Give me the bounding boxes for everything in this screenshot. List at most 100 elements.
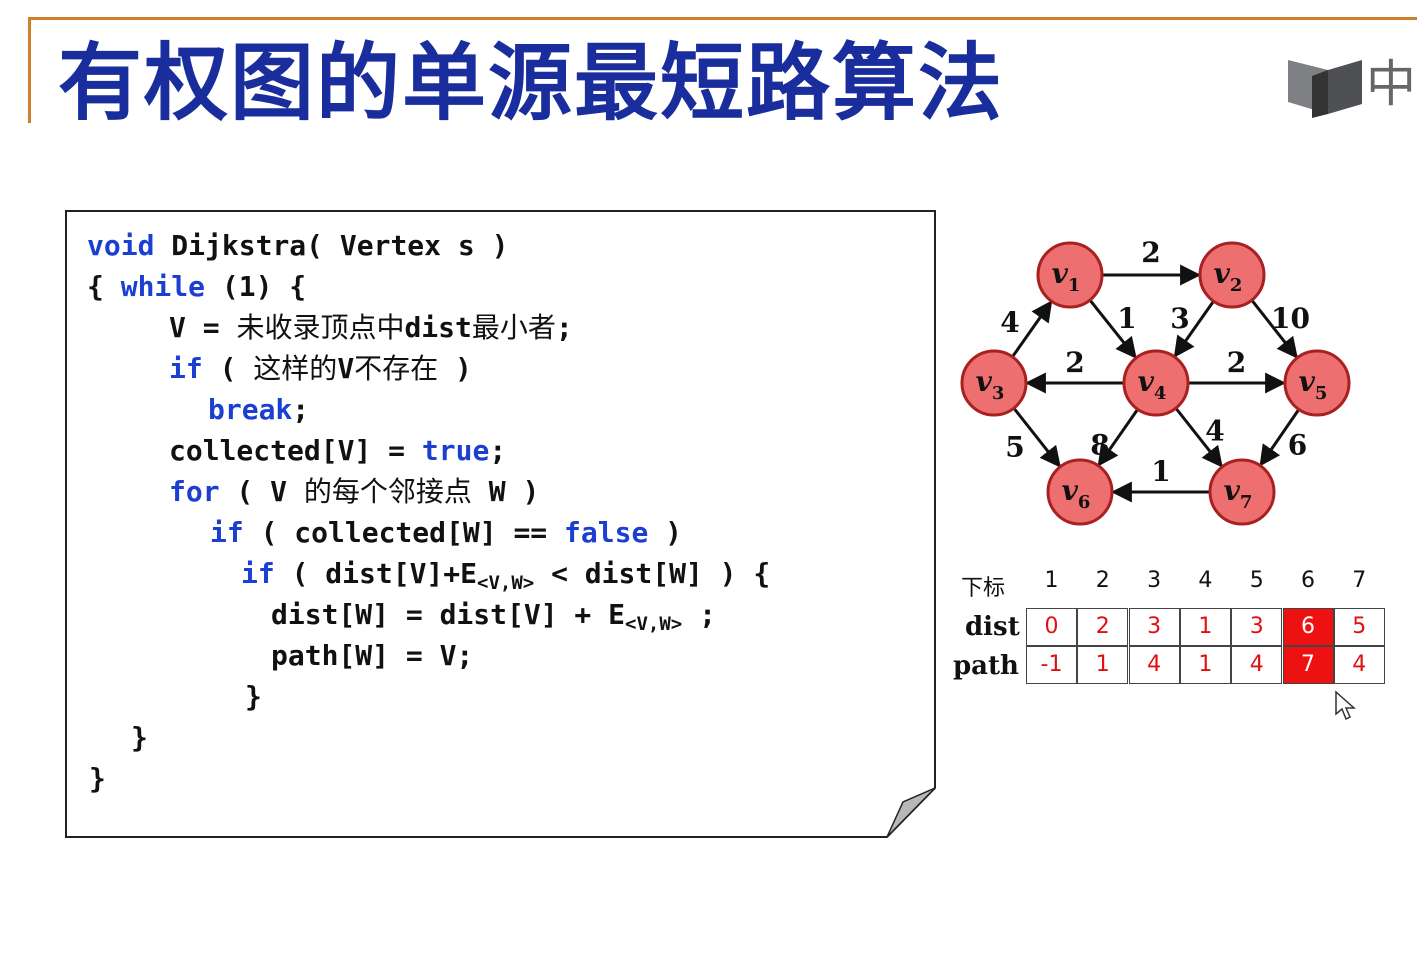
index-header-7: 7 [1352, 568, 1367, 593]
edge-weight-v1-v2: 2 [1141, 236, 1160, 269]
code-text: } [131, 721, 148, 754]
keyword-break: break [208, 393, 293, 426]
edge-weight-v7-v6: 1 [1151, 455, 1170, 488]
node-v3: v3 [960, 349, 1028, 417]
node-v2: v2 [1198, 241, 1266, 309]
path-cell-5: 4 [1231, 646, 1283, 684]
keyword-if: if [210, 516, 244, 549]
title-underline [28, 17, 1417, 20]
code-comment: 这样的 [253, 352, 338, 385]
keyword-if: if [241, 557, 275, 590]
dist-cell-2: 2 [1077, 608, 1129, 646]
code-text: ) [648, 516, 683, 549]
edge-weight-v4-v6: 8 [1090, 429, 1109, 462]
path-cell-4: 1 [1179, 646, 1231, 684]
code-panel: void Dijkstra( Vertex s ) { while (1) { … [65, 210, 936, 838]
weighted-graph: 21 3 1042 25 8 4 61 v1 v2v3 v4 v5v6 v7 [960, 236, 1351, 526]
code-text: ; [682, 598, 716, 631]
edge-weight-v4-v3: 2 [1065, 346, 1084, 379]
path-cell-3: 4 [1128, 646, 1180, 684]
code-text: (1) { [205, 270, 307, 303]
path-cell-6: 7 [1282, 646, 1334, 684]
code-text: ( [202, 352, 254, 385]
code-text: ( collected[W] == [243, 516, 565, 549]
path-row-label: path [953, 651, 1019, 681]
edge-subscript: <V,W> [625, 613, 683, 635]
edge-weight-v2-v5: 10 [1271, 302, 1310, 335]
code-comment: 不存在 [354, 352, 439, 385]
index-header-1: 1 [1044, 568, 1059, 593]
edge-subscript: <V,W> [477, 572, 535, 594]
code-text: dist [404, 311, 472, 344]
code-comment: 最小者 [471, 311, 556, 344]
code-text: ( V [219, 475, 304, 508]
node-v7: v7 [1208, 458, 1276, 526]
code-line-14: } [89, 761, 106, 797]
index-row-label: 下标 [961, 576, 1006, 601]
keyword-true: true [421, 434, 490, 467]
dist-cell-7: 5 [1333, 608, 1385, 646]
code-line-13: } [131, 720, 148, 756]
node-v4: v4 [1122, 349, 1190, 417]
code-line-9: if ( dist[V]+E<V,W> < dist[W] ) { [241, 556, 770, 601]
keyword-void: void [87, 229, 155, 262]
keyword-if: if [169, 352, 203, 385]
code-line-8: if ( collected[W] == false ) [210, 515, 682, 551]
edge-weight-v4-v7: 4 [1205, 415, 1224, 448]
code-text: < dist[W] ) { [534, 557, 771, 590]
code-line-1: void Dijkstra( Vertex s ) [87, 228, 508, 264]
code-text: dist[W] = dist[V] + E [271, 598, 626, 631]
index-header-4: 4 [1198, 568, 1213, 593]
path-cell-1: -1 [1026, 646, 1077, 684]
code-text: V [337, 352, 355, 385]
code-line-10: dist[W] = dist[V] + E<V,W> ; [271, 597, 716, 642]
code-text: } [245, 680, 262, 713]
title-side-bar [28, 17, 31, 123]
dist-cell-6: 6 [1282, 608, 1334, 646]
logo-text: 中 [1366, 55, 1416, 113]
edge-weight-v1-v4: 1 [1117, 302, 1136, 335]
code-text: { [87, 270, 121, 303]
course-logo: 中 [1288, 52, 1417, 122]
code-text: W ) [471, 475, 540, 508]
code-text: V = [169, 311, 237, 344]
code-text: ; [292, 393, 310, 426]
index-header-2: 2 [1095, 568, 1110, 593]
code-text: Dijkstra( Vertex s ) [154, 229, 509, 262]
code-text: path[W] = V; [271, 639, 474, 672]
dist-row-label: dist [965, 612, 1020, 642]
code-text: collected[V] = [169, 434, 422, 467]
path-cell-2: 1 [1077, 646, 1129, 684]
code-text: ; [555, 311, 573, 344]
code-line-6: collected[V] = true; [169, 433, 506, 469]
keyword-while: while [120, 270, 206, 303]
node-v5: v5 [1283, 349, 1351, 417]
code-text: ( dist[V]+E [274, 557, 478, 590]
dist-cell-4: 1 [1179, 608, 1231, 646]
code-text: ; [489, 434, 507, 467]
edge-weight-v3-v6: 5 [1005, 431, 1024, 464]
node-v1: v1 [1036, 241, 1104, 309]
slide-title: 有权图的单源最短路算法 [58, 34, 1005, 132]
edge-weight-v5-v7: 6 [1288, 429, 1307, 462]
edge-weight-v2-v4: 3 [1170, 302, 1189, 335]
dist-cell-3: 3 [1128, 608, 1180, 646]
index-header-5: 5 [1249, 568, 1264, 593]
dist-cell-1: 0 [1026, 608, 1077, 646]
code-line-4: if ( 这样的V不存在 ) [169, 351, 472, 387]
code-line-12: } [245, 679, 262, 715]
path-cell-7: 4 [1333, 646, 1385, 684]
code-line-3: V = 未收录顶点中dist最小者; [169, 310, 573, 346]
keyword-false: false [564, 516, 649, 549]
code-line-5: break; [208, 392, 309, 428]
dist-path-table: 下标 dist path 1 2 3 4 5 6 7 0 2 3 1 3 6 5 -1 1 4 1 4 7 4 [945, 568, 1395, 693]
index-header-6: 6 [1301, 568, 1315, 593]
code-comment: 未收录顶点中 [236, 311, 405, 344]
code-text: ) [438, 352, 472, 385]
code-line-11: path[W] = V; [271, 638, 473, 674]
code-comment: 的每个邻接点 [303, 475, 472, 508]
code-text: } [89, 762, 106, 795]
node-v6: v6 [1046, 458, 1114, 526]
edge-weight-v4-v5: 2 [1227, 346, 1246, 379]
mouse-cursor-icon [1335, 690, 1356, 721]
